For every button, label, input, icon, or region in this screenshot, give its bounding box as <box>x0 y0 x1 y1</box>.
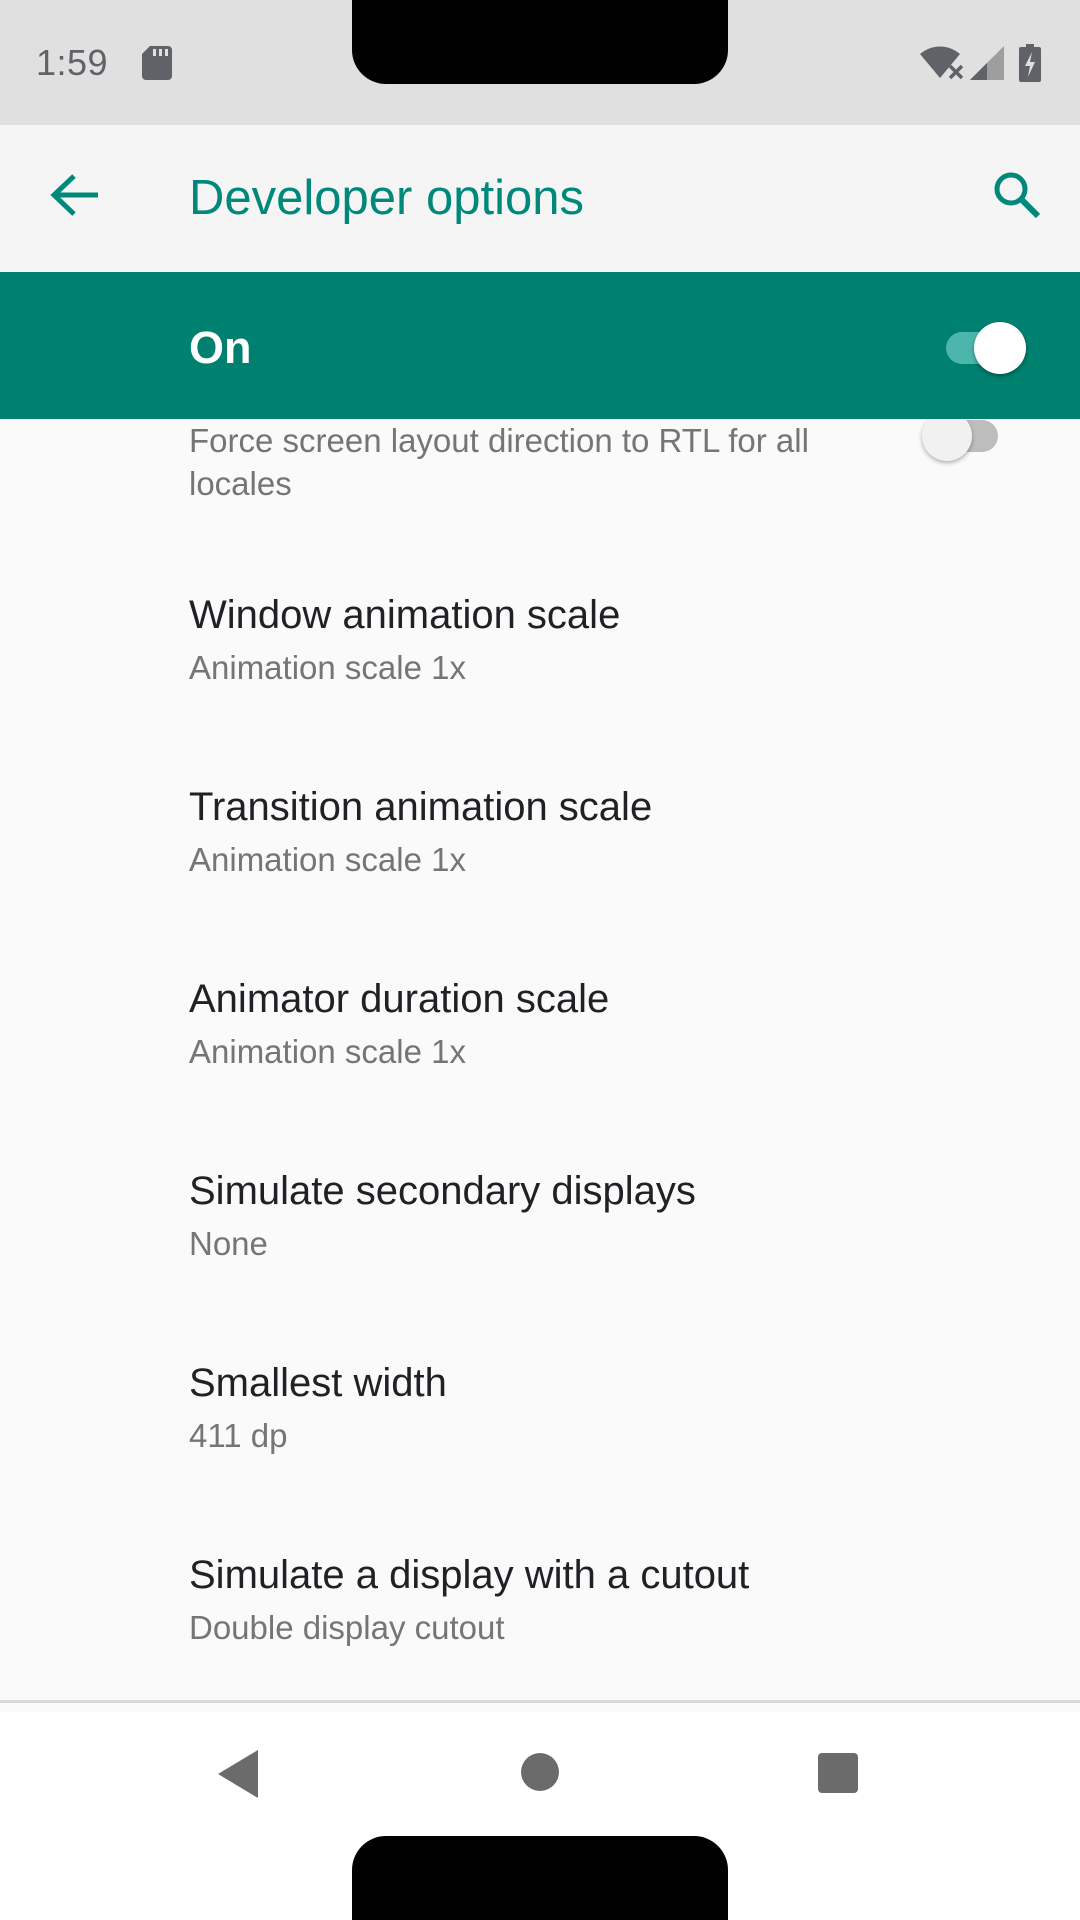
animator-duration-scale-summary: Animation scale 1x <box>189 1033 466 1070</box>
search-button[interactable] <box>972 150 1062 240</box>
list-item-simulate-display-cutout[interactable]: Simulate a display with a cutout Double … <box>0 1553 1080 1700</box>
smallest-width-summary: 411 dp <box>189 1417 288 1454</box>
list-item-transition-animation-scale[interactable]: Transition animation scale Animation sca… <box>0 785 1080 975</box>
page-title: Developer options <box>189 171 584 225</box>
simulate-display-cutout-title: Simulate a display with a cutout <box>189 1553 750 1597</box>
force-rtl-summary: Force screen layout direction to RTL for… <box>189 422 809 502</box>
window-animation-scale-title: Window animation scale <box>189 593 621 637</box>
list-item-simulate-secondary-displays[interactable]: Simulate secondary displays None <box>0 1169 1080 1359</box>
master-switch-toggle[interactable] <box>942 318 1032 376</box>
simulate-secondary-displays-summary: None <box>189 1225 268 1262</box>
nav-home-icon[interactable] <box>520 1752 560 1792</box>
animator-duration-scale-title: Animator duration scale <box>189 977 610 1021</box>
wifi-off-icon <box>920 46 964 80</box>
display-cutout-top <box>352 0 728 84</box>
cell-signal-icon <box>970 46 1004 80</box>
list-item-animator-duration-scale[interactable]: Animator duration scale Animation scale … <box>0 977 1080 1167</box>
list-item-window-animation-scale[interactable]: Window animation scale Animation scale 1… <box>0 593 1080 783</box>
back-button[interactable] <box>30 150 120 240</box>
status-time: 1:59 <box>36 42 109 83</box>
master-switch-label: On <box>189 322 252 373</box>
master-switch-bar[interactable] <box>0 272 1080 419</box>
nav-recents-icon[interactable] <box>817 1752 859 1794</box>
display-cutout-bottom <box>352 1836 728 1920</box>
search-icon <box>994 172 1041 219</box>
settings-list: Force screen layout direction to RTL for… <box>0 419 1080 1700</box>
simulate-secondary-displays-title: Simulate secondary displays <box>189 1169 696 1213</box>
arrow-back-icon <box>50 174 98 216</box>
sd-card-icon <box>142 46 172 80</box>
smallest-width-title: Smallest width <box>189 1361 447 1405</box>
nav-back-icon[interactable] <box>214 1748 264 1800</box>
battery-charging-icon <box>1019 44 1041 82</box>
transition-animation-scale-summary: Animation scale 1x <box>189 841 466 878</box>
list-item-force-rtl[interactable]: Force screen layout direction to RTL for… <box>0 419 1080 569</box>
transition-animation-scale-title: Transition animation scale <box>189 785 653 829</box>
simulate-display-cutout-summary: Double display cutout <box>189 1609 505 1646</box>
divider <box>0 1700 1080 1703</box>
window-animation-scale-summary: Animation scale 1x <box>189 649 466 686</box>
list-item-smallest-width[interactable]: Smallest width 411 dp <box>0 1361 1080 1551</box>
master-bar-edge <box>900 405 1080 419</box>
toggle-thumb <box>974 322 1026 374</box>
